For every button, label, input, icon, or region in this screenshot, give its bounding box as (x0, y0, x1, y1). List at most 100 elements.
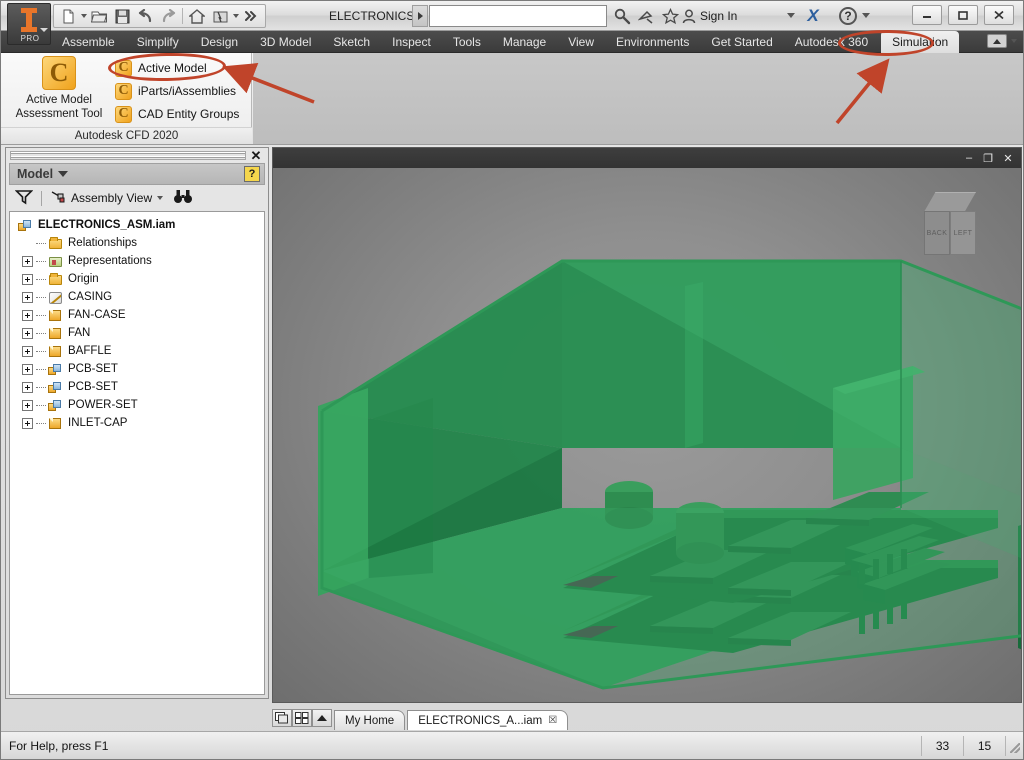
connect-icon[interactable] (635, 6, 657, 26)
ribbon-options-chevron-down-icon[interactable] (1011, 39, 1017, 43)
binoculars-icon[interactable] (173, 189, 193, 207)
window-minimize-button[interactable] (912, 5, 942, 25)
open-file-icon[interactable] (88, 6, 110, 26)
tree-connector (36, 243, 46, 244)
tree-expander[interactable] (22, 256, 33, 267)
tree-node-fan-case[interactable]: FAN-CASE (10, 306, 264, 324)
new-file-chevron-down-icon[interactable] (81, 14, 87, 18)
active-model-assessment-tool-button[interactable]: C Active Model Assessment Tool (7, 56, 111, 121)
tree-node-label: INLET-CAP (68, 414, 127, 432)
tab-design[interactable]: Design (190, 31, 249, 53)
tab-manage[interactable]: Manage (492, 31, 557, 53)
browser-drag-grip[interactable] (10, 151, 246, 160)
tree-node-baffle[interactable]: BAFFLE (10, 342, 264, 360)
window-maximize-button[interactable] (948, 5, 978, 25)
filter-icon[interactable] (15, 189, 33, 208)
browser-help-icon[interactable]: ? (244, 166, 260, 182)
tree-expander[interactable] (22, 346, 33, 357)
assembly-view-chevron-down-icon[interactable] (157, 196, 163, 200)
appearance-icon[interactable] (209, 6, 231, 26)
sign-in-button[interactable]: Sign In (682, 6, 737, 26)
exchange-x-icon[interactable]: X (801, 6, 825, 26)
tree-expander[interactable] (22, 310, 33, 321)
tree-node-pcb-set-1[interactable]: PCB-SET (10, 360, 264, 378)
doc-tab-my-home[interactable]: My Home (334, 710, 405, 730)
assembly-view-label[interactable]: Assembly View (71, 191, 152, 205)
redo-icon[interactable] (157, 6, 179, 26)
qat-overflow-icon[interactable] (240, 6, 262, 26)
inventor-app-button[interactable]: PRO (7, 3, 51, 45)
status-cell-2: 15 (963, 736, 1005, 756)
tile-windows-icon[interactable] (292, 709, 312, 727)
sign-in-chevron-down-icon[interactable] (787, 13, 795, 18)
tree-node-pcb-set-2[interactable]: PCB-SET (10, 378, 264, 396)
tree-node-casing[interactable]: CASING (10, 288, 264, 306)
iparts-iassemblies-label: iParts/iAssemblies (138, 84, 236, 98)
tree-node-power-set[interactable]: POWER-SET (10, 396, 264, 414)
tab-environments[interactable]: Environments (605, 31, 700, 53)
browser-header[interactable]: Model ? (9, 163, 265, 185)
tab-inspect[interactable]: Inspect (381, 31, 442, 53)
tree-node-fan[interactable]: FAN (10, 324, 264, 342)
tab-simplify[interactable]: Simplify (126, 31, 190, 53)
undo-icon[interactable] (134, 6, 156, 26)
browser-close-icon[interactable]: ✕ (249, 149, 263, 163)
doc-tab-electronics-asm[interactable]: ELECTRONICS_A...iam ☒ (407, 710, 568, 730)
tab-autodesk-360[interactable]: Autodesk 360 (784, 31, 879, 53)
view-cube-top-face[interactable] (924, 192, 976, 212)
tab-get-started[interactable]: Get Started (700, 31, 783, 53)
document-title-dropdown[interactable] (412, 5, 428, 27)
tree-expander[interactable] (22, 274, 33, 285)
help-icon[interactable]: ? (839, 7, 857, 25)
view-cube[interactable]: BACK LEFT (914, 192, 986, 264)
tree-connector (36, 387, 46, 388)
tree-node-origin[interactable]: Origin (10, 270, 264, 288)
ribbon-collapse-icon[interactable] (987, 34, 1007, 48)
cascade-windows-icon[interactable] (272, 709, 292, 727)
tree-node-representations[interactable]: Representations (10, 252, 264, 270)
tab-tools[interactable]: Tools (442, 31, 492, 53)
search-icon[interactable] (611, 6, 633, 26)
tab-assemble[interactable]: Assemble (51, 31, 126, 53)
view-cube-left-face[interactable]: LEFT (950, 211, 976, 255)
electronics-assembly-model[interactable] (273, 148, 1022, 703)
window-resize-grip[interactable] (1005, 736, 1023, 756)
menu-item-cad-entity-groups[interactable]: C CAD Entity Groups (115, 103, 239, 125)
tree-node-inlet-cap[interactable]: INLET-CAP (10, 414, 264, 432)
tab-3d-model[interactable]: 3D Model (249, 31, 322, 53)
inventor-application-window: PRO (0, 0, 1024, 760)
graphics-viewport[interactable]: – ❐ ✕ (272, 147, 1022, 703)
tab-sketch[interactable]: Sketch (322, 31, 381, 53)
home-icon[interactable] (186, 6, 208, 26)
tree-expander[interactable] (22, 292, 33, 303)
model-tree[interactable]: ELECTRONICS_ASM.iam Relationships Repres… (9, 211, 265, 695)
tree-expander[interactable] (22, 382, 33, 393)
view-cube-back-face[interactable]: BACK (924, 211, 950, 255)
toolbar-divider (41, 191, 42, 206)
search-input[interactable] (429, 5, 607, 27)
tree-expander[interactable] (22, 400, 33, 411)
tree-node-label: Representations (68, 252, 152, 270)
tree-node-label: PCB-SET (68, 360, 118, 378)
window-close-button[interactable] (984, 5, 1014, 25)
appearance-chevron-down-icon[interactable] (233, 14, 239, 18)
tree-expander[interactable] (22, 418, 33, 429)
new-file-icon[interactable] (57, 6, 79, 26)
tree-expander[interactable] (22, 328, 33, 339)
save-icon[interactable] (111, 6, 133, 26)
help-chevron-down-icon[interactable] (862, 13, 870, 18)
chevron-down-icon[interactable] (58, 171, 68, 177)
tab-view[interactable]: View (557, 31, 605, 53)
panel-title-autodesk-cfd: Autodesk CFD 2020 (1, 127, 252, 144)
menu-item-iparts-iassemblies[interactable]: C iParts/iAssemblies (115, 80, 236, 102)
tree-node-root[interactable]: ELECTRONICS_ASM.iam (10, 216, 264, 234)
doc-tab-close-icon[interactable]: ☒ (548, 715, 557, 726)
tab-simulation[interactable]: Simulation (881, 31, 959, 53)
favorites-star-icon[interactable] (659, 6, 681, 26)
menu-item-active-model[interactable]: C Active Model (115, 57, 207, 79)
tree-connector (36, 315, 46, 316)
tree-expander[interactable] (22, 364, 33, 375)
scroll-up-icon[interactable] (312, 709, 332, 727)
cfd-c-icon: C (115, 60, 132, 77)
tree-node-relationships[interactable]: Relationships (10, 234, 264, 252)
